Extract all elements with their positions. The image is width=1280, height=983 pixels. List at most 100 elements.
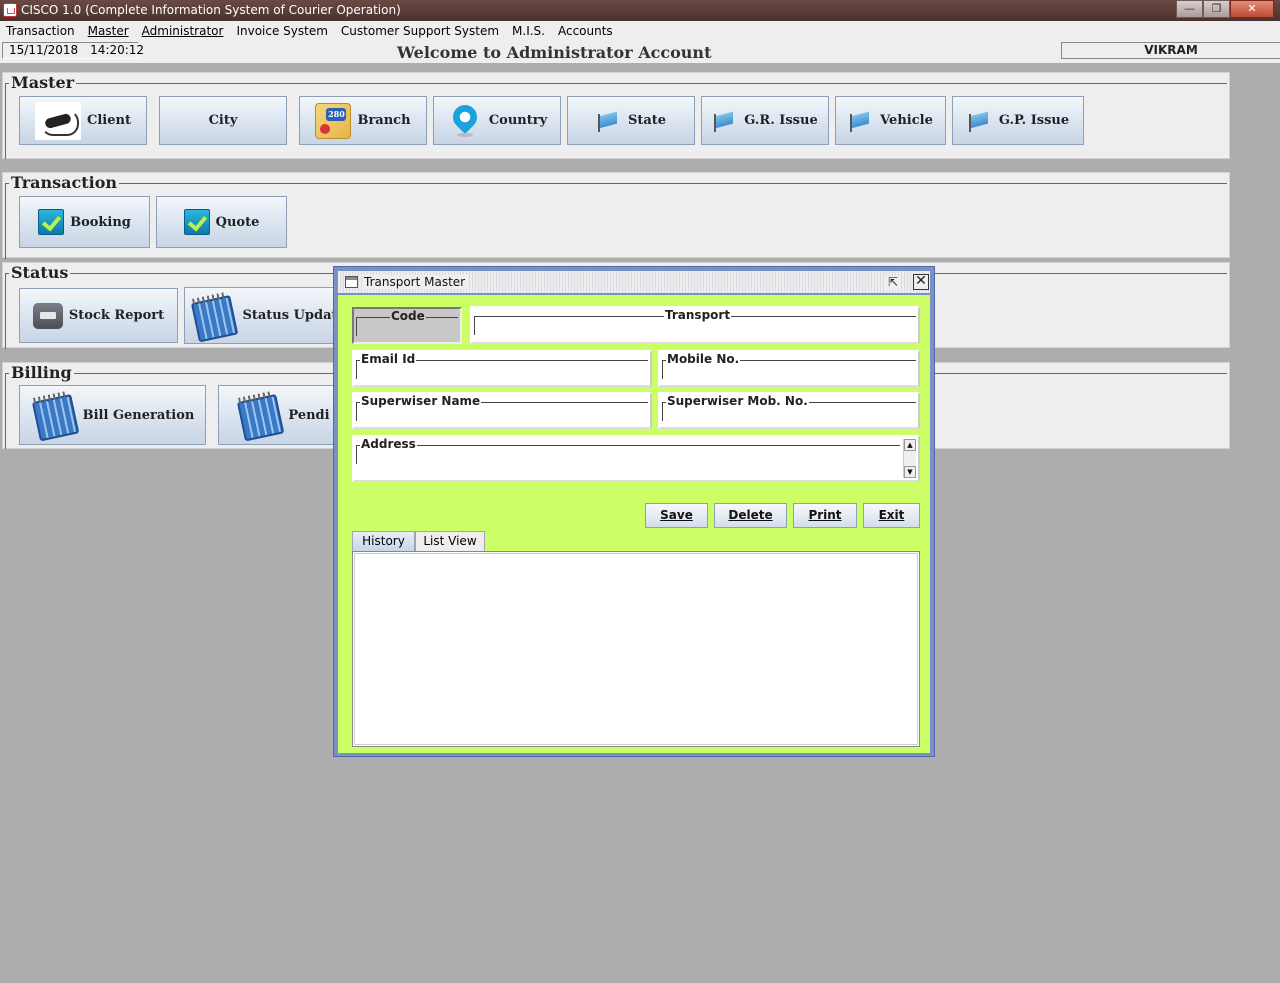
vehicle-button[interactable]: Vehicle — [835, 96, 946, 145]
scroll-down-arrow-icon[interactable]: ▼ — [904, 466, 916, 478]
master-legend: Master — [9, 73, 77, 92]
history-panel — [352, 551, 920, 747]
address-scrollbar[interactable]: ▲ ▼ — [903, 439, 916, 478]
client-button[interactable]: Client — [19, 96, 147, 145]
current-date: 15/11/2018 — [9, 43, 79, 57]
gp-issue-button-label: G.P. Issue — [998, 113, 1070, 128]
print-button[interactable]: Print — [793, 503, 857, 528]
menu-master[interactable]: Master — [88, 21, 129, 41]
dialog-title: Transport Master — [364, 275, 470, 289]
email-input[interactable] — [360, 366, 646, 382]
save-button[interactable]: Save — [645, 503, 708, 528]
transport-master-dialog: Transport Master ⇱ ✕ Code Transport Emai… — [333, 266, 935, 757]
email-label: Email Id — [360, 352, 417, 366]
transaction-border — [5, 183, 1227, 259]
mobile-label: Mobile No. — [666, 352, 741, 366]
vehicle-button-label: Vehicle — [880, 113, 933, 128]
maximize-button[interactable]: ❐ — [1203, 0, 1230, 18]
menu-customer-support[interactable]: Customer Support System — [341, 21, 499, 41]
branch-button[interactable]: Branch — [299, 96, 427, 145]
exit-button-label: Exit — [878, 508, 905, 522]
state-button[interactable]: State — [567, 96, 695, 145]
title-bar: CISCO 1.0 (Complete Information System o… — [0, 0, 1280, 21]
pending-button[interactable]: Pendi — [218, 385, 348, 445]
mobile-input[interactable] — [666, 366, 914, 382]
handshake-icon — [35, 101, 82, 140]
checkbox-icon — [183, 209, 210, 235]
transport-input[interactable] — [478, 323, 914, 339]
superwiser-mobile-field[interactable]: Superwiser Mob. No. — [658, 392, 920, 429]
delete-button[interactable]: Delete — [714, 503, 787, 528]
menu-invoice-system[interactable]: Invoice System — [236, 21, 327, 41]
superwiser-name-label: Superwiser Name — [360, 394, 482, 408]
superwiser-name-input[interactable] — [360, 408, 646, 424]
address-label: Address — [360, 437, 417, 451]
tab-history[interactable]: History — [352, 531, 415, 552]
tab-list-view[interactable]: List View — [415, 531, 485, 552]
branch-button-label: Branch — [357, 113, 411, 128]
state-map-icon — [848, 108, 874, 134]
bill-generation-button[interactable]: Bill Generation — [19, 385, 206, 445]
dialog-close-icon[interactable]: ✕ — [913, 274, 929, 290]
city-button-label: City — [208, 113, 238, 128]
calendar-icon — [232, 388, 287, 443]
quote-button[interactable]: Quote — [156, 196, 287, 248]
address-field-border — [356, 445, 900, 464]
superwiser-mobile-label: Superwiser Mob. No. — [666, 394, 809, 408]
quote-button-label: Quote — [215, 214, 260, 230]
state-map-icon — [596, 108, 622, 134]
transport-label: Transport — [664, 308, 732, 322]
gr-issue-button[interactable]: G.R. Issue — [701, 96, 829, 145]
restore-icon[interactable]: ⇱ — [886, 276, 900, 290]
email-field[interactable]: Email Id — [352, 350, 652, 387]
checkbox-icon — [38, 209, 65, 235]
country-button[interactable]: Country — [433, 96, 561, 145]
print-button-label: Print — [808, 508, 842, 522]
gr-issue-button-label: G.R. Issue — [744, 113, 818, 128]
menu-accounts[interactable]: Accounts — [558, 21, 613, 41]
menu-administrator-label: Administrator — [141, 24, 224, 38]
menu-master-label: Master — [87, 24, 129, 38]
booking-button[interactable]: Booking — [19, 196, 150, 248]
truck-icon — [32, 302, 63, 329]
window-icon — [345, 276, 358, 288]
dialog-title-bar[interactable]: Transport Master ⇱ ✕ — [338, 271, 930, 293]
state-map-icon — [712, 108, 738, 134]
exit-button[interactable]: Exit — [863, 503, 920, 528]
road-map-icon — [315, 102, 352, 139]
gp-issue-button[interactable]: G.P. Issue — [952, 96, 1084, 145]
mobile-field[interactable]: Mobile No. — [658, 350, 920, 387]
scroll-up-arrow-icon[interactable]: ▲ — [904, 439, 916, 451]
pending-button-label: Pendi — [288, 407, 330, 423]
menu-administrator[interactable]: Administrator — [142, 21, 224, 41]
city-button[interactable]: City — [159, 96, 287, 145]
menu-bar: Transaction Master Administrator Invoice… — [0, 21, 1280, 41]
menu-mis[interactable]: M.I.S. — [512, 21, 545, 41]
address-input[interactable] — [360, 461, 898, 477]
calendar-icon — [186, 288, 241, 343]
status-legend: Status — [9, 263, 71, 282]
transaction-panel: Transaction Booking Quote — [2, 172, 1230, 259]
stock-report-button-label: Stock Report — [68, 308, 165, 323]
superwiser-name-field[interactable]: Superwiser Name — [352, 392, 652, 429]
booking-button-label: Booking — [70, 214, 131, 230]
bill-generation-button-label: Bill Generation — [82, 407, 195, 423]
stock-report-button[interactable]: Stock Report — [19, 288, 178, 343]
billing-legend: Billing — [9, 363, 74, 382]
save-button-label: Save — [660, 508, 693, 522]
status-update-button[interactable]: Status Updat — [184, 287, 344, 344]
dialog-body: Code Transport Email Id Mobile No. Super… — [338, 295, 930, 753]
minimize-button[interactable]: — — [1176, 0, 1203, 18]
master-border — [5, 83, 1227, 159]
calendar-icon — [26, 388, 81, 443]
superwiser-mobile-input[interactable] — [666, 408, 914, 424]
menu-transaction[interactable]: Transaction — [6, 21, 75, 41]
transport-field[interactable]: Transport — [470, 306, 920, 344]
java-app-icon — [3, 3, 17, 17]
code-field[interactable]: Code — [352, 307, 462, 344]
address-field[interactable]: Address ▲ ▼ — [352, 435, 920, 482]
code-input[interactable] — [360, 323, 456, 339]
close-button[interactable]: ✕ — [1230, 0, 1274, 18]
transaction-legend: Transaction — [9, 173, 120, 192]
status-strip: 15/11/2018 14:20:12 Welcome to Administra… — [0, 41, 1280, 63]
